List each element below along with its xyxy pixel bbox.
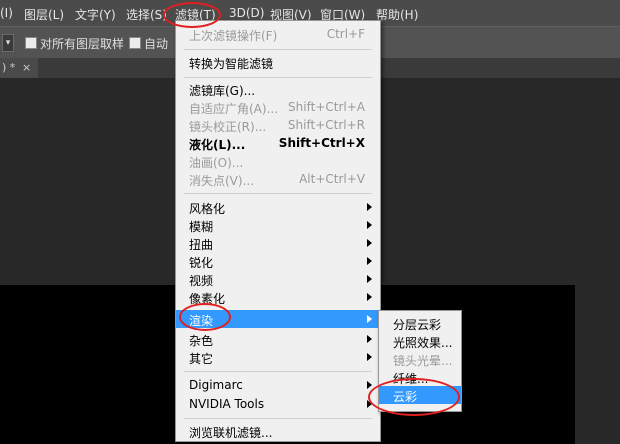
menu-layer[interactable]: 图层(L) [24,6,64,23]
menu-item-label: 光照效果... [393,336,453,350]
menu-item-label: 镜头光晕... [393,354,453,368]
submenu-arrow-icon [367,315,372,323]
menu-item-browse-online[interactable]: 浏览联机滤镜... [176,422,380,440]
sample-all-layers-label: 对所有图层取样 [40,37,125,51]
document-tab[interactable]: ) * × [0,58,38,78]
menu-item-adaptive-wide-angle[interactable]: 自适应广角(A)... Shift+Ctrl+A [176,98,380,116]
options-dropdown-button[interactable]: ▾ [2,34,14,52]
menu-item-digimarc[interactable]: Digimarc [176,376,380,394]
menu-3d[interactable]: 3D(D) [229,6,264,20]
menu-separator [184,49,372,50]
menu-type[interactable]: 文字(Y) [75,6,116,23]
menu-item-label: 扭曲 [189,238,214,252]
menu-item-lens-correction[interactable]: 镜头校正(R)... Shift+Ctrl+R [176,116,380,134]
menu-item-nvidia-tools[interactable]: NVIDIA Tools [176,395,380,413]
menu-item-label: 其它 [189,352,214,366]
menu-item-label: 消失点(V)... [189,174,255,188]
menu-item-label: 上次滤镜操作(F) [189,29,278,43]
menu-item-label: 风格化 [189,202,226,216]
submenu-arrow-icon [367,335,372,343]
menu-item-filter-gallery[interactable]: 滤镜库(G)... [176,80,380,98]
menu-item-video[interactable]: 视频 [176,270,380,288]
menu-item-vanishing-point[interactable]: 消失点(V)... Alt+Ctrl+V [176,170,380,188]
menu-separator [184,77,372,78]
menu-item-convert-smart-filter[interactable]: 转换为智能滤镜 [176,53,380,71]
annotation-circle-filter [163,2,221,28]
sample-all-layers-checkbox[interactable] [25,37,37,49]
menu-item-label: Digimarc [189,378,243,392]
submenu-arrow-icon [367,257,372,265]
menu-item-label: NVIDIA Tools [189,397,265,411]
menu-help[interactable]: 帮助(H) [376,6,418,23]
menu-separator [184,418,372,419]
close-icon[interactable]: × [22,61,31,74]
menu-item-label: 滤镜库(G)... [189,84,256,98]
annotation-circle-render [179,303,231,331]
menu-item-label: 浏览联机滤镜... [189,426,273,440]
filter-menu: 上次滤镜操作(F) Ctrl+F 转换为智能滤镜 滤镜库(G)... 自适应广角… [175,20,381,442]
menu-item-blur[interactable]: 模糊 [176,216,380,234]
menu-item-label: 镜头校正(R)... [189,120,267,134]
menu-item-shortcut: Ctrl+F [326,27,365,41]
menu-item-label: 模糊 [189,220,214,234]
submenu-item-difference-clouds[interactable]: 分层云彩 [379,314,461,332]
menu-item-label: 视频 [189,274,214,288]
submenu-item-lighting-effects[interactable]: 光照效果... [379,332,461,350]
submenu-arrow-icon [367,221,372,229]
menu-item-oil-paint[interactable]: 油画(O)... [176,152,380,170]
menu-item-stylize[interactable]: 风格化 [176,198,380,216]
menu-select[interactable]: 选择(S) [126,6,167,23]
menu-item-shortcut: Alt+Ctrl+V [299,172,365,186]
submenu-item-lens-flare[interactable]: 镜头光晕... [379,350,461,368]
menu-item-distort[interactable]: 扭曲 [176,234,380,252]
menu-item-label: 自适应广角(A)... [189,102,279,116]
menu-item-label: 杂色 [189,334,214,348]
menu-item-noise[interactable]: 杂色 [176,330,380,348]
menu-item-label: 油画(O)... [189,156,244,170]
auto-checkbox[interactable] [129,37,141,49]
menu-partial[interactable]: (I) [0,6,13,20]
menu-item-shortcut: Shift+Ctrl+X [278,136,365,150]
auto-label: 自动 [144,37,169,51]
submenu-arrow-icon [367,293,372,301]
document-tab-label: ) * [2,61,16,74]
menu-separator [184,193,372,194]
menu-item-last-filter[interactable]: 上次滤镜操作(F) Ctrl+F [176,25,380,43]
menu-item-label: 锐化 [189,256,214,270]
menu-item-other[interactable]: 其它 [176,348,380,366]
annotation-circle-clouds [368,378,460,416]
submenu-arrow-icon [367,353,372,361]
menu-item-sharpen[interactable]: 锐化 [176,252,380,270]
submenu-arrow-icon [367,381,372,389]
submenu-arrow-icon [367,275,372,283]
menu-item-label: 转换为智能滤镜 [189,57,274,71]
menu-separator [184,371,372,372]
menu-item-liquify[interactable]: 液化(L)... Shift+Ctrl+X [176,134,380,152]
submenu-arrow-icon [367,203,372,211]
menu-item-label: 分层云彩 [393,318,442,332]
submenu-arrow-icon [367,239,372,247]
menu-item-label: 液化(L)... [189,138,246,152]
menu-item-shortcut: Shift+Ctrl+A [288,100,365,114]
menu-item-shortcut: Shift+Ctrl+R [287,118,365,132]
